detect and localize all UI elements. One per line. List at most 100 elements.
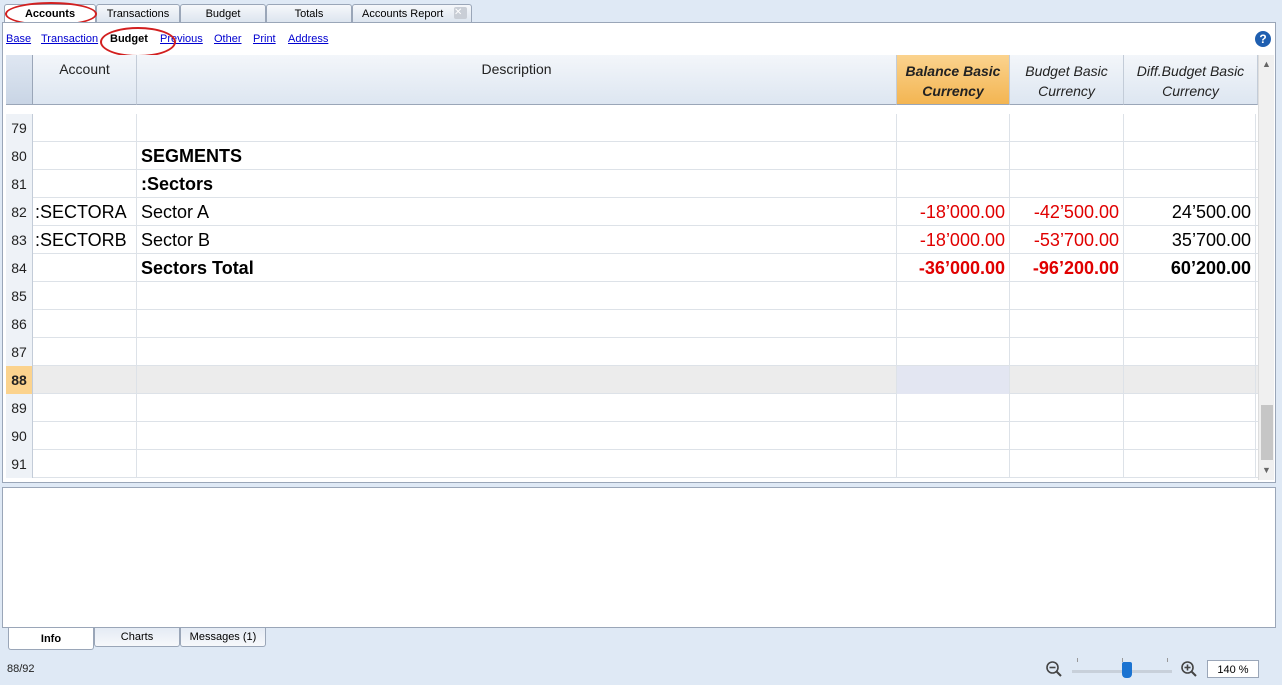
table-row[interactable]: 85 (6, 282, 1258, 310)
column-header-balance[interactable]: Balance Basic Currency (897, 55, 1010, 105)
cell-balance[interactable] (897, 170, 1010, 198)
cell-budget[interactable]: -42’500.00 (1010, 198, 1124, 226)
cell-account[interactable] (33, 142, 137, 170)
table-row[interactable]: 81:Sectors (6, 170, 1258, 198)
zoom-in-icon[interactable] (1180, 660, 1198, 678)
scrollbar-thumb[interactable] (1261, 405, 1273, 460)
cell-description[interactable] (137, 366, 897, 394)
cell-account[interactable]: :SECTORA (33, 198, 137, 226)
cell-description[interactable] (137, 338, 897, 366)
cell-balance[interactable] (897, 394, 1010, 422)
table-row[interactable]: 89 (6, 394, 1258, 422)
cell-balance[interactable] (897, 450, 1010, 478)
view-print[interactable]: Print (253, 33, 276, 45)
cell-description[interactable] (137, 114, 897, 142)
table-row[interactable]: 86 (6, 310, 1258, 338)
tab-info[interactable]: Info (8, 628, 94, 650)
table-row[interactable]: 83:SECTORB Sector B -18’000.00 -53’700.00 35… (6, 226, 1258, 254)
cell-account[interactable] (33, 422, 137, 450)
zoom-slider[interactable] (1072, 658, 1172, 678)
table-row[interactable]: 82:SECTORA Sector A -18’000.00 -42’500.00 24… (6, 198, 1258, 226)
cell-balance[interactable]: -18’000.00 (897, 226, 1010, 254)
cell-account[interactable] (33, 114, 137, 142)
cell-diff-budget[interactable] (1124, 394, 1256, 422)
column-header-budget[interactable]: Budget Basic Currency (1010, 55, 1124, 105)
cell-account[interactable] (33, 338, 137, 366)
table-row[interactable]: 87 (6, 338, 1258, 366)
scroll-up-icon[interactable]: ▲ (1259, 57, 1274, 71)
cell-account[interactable]: :SECTORB (33, 226, 137, 254)
cell-diff-budget[interactable] (1124, 366, 1256, 394)
zoom-out-icon[interactable] (1045, 660, 1063, 678)
view-previous[interactable]: Previous (160, 33, 203, 45)
cell-balance[interactable]: -36’000.00 (897, 254, 1010, 282)
table-row[interactable]: 90 (6, 422, 1258, 450)
cell-description[interactable] (137, 394, 897, 422)
cell-balance[interactable] (897, 142, 1010, 170)
view-other[interactable]: Other (214, 33, 242, 45)
cell-description[interactable]: Sector B (137, 226, 897, 254)
table-row[interactable]: 88 (6, 366, 1258, 394)
tab-accounts[interactable]: Accounts (4, 4, 96, 23)
view-transaction[interactable]: Transaction (41, 33, 98, 45)
cell-budget[interactable]: -53’700.00 (1010, 226, 1124, 254)
cell-diff-budget[interactable]: 60’200.00 (1124, 254, 1256, 282)
tab-budget[interactable]: Budget (180, 4, 266, 22)
cell-description[interactable]: Sector A (137, 198, 897, 226)
question-icon[interactable]: ? (1255, 31, 1271, 47)
cell-budget[interactable] (1010, 142, 1124, 170)
cell-budget[interactable] (1010, 170, 1124, 198)
cell-balance[interactable] (897, 310, 1010, 338)
vertical-scrollbar[interactable]: ▲ ▼ (1258, 55, 1274, 480)
column-header-diff-budget[interactable]: Diff.Budget Basic Currency (1124, 55, 1258, 105)
cell-diff-budget[interactable]: 35’700.00 (1124, 226, 1256, 254)
cell-diff-budget[interactable] (1124, 338, 1256, 366)
cell-diff-budget[interactable] (1124, 422, 1256, 450)
cell-budget[interactable] (1010, 450, 1124, 478)
cell-budget[interactable] (1010, 338, 1124, 366)
zoom-slider-knob[interactable] (1122, 662, 1132, 678)
column-header-account[interactable]: Account (33, 55, 137, 105)
cell-budget[interactable] (1010, 394, 1124, 422)
table-row[interactable]: 79 (6, 114, 1258, 142)
tab-totals[interactable]: Totals (266, 4, 352, 22)
cell-budget[interactable] (1010, 114, 1124, 142)
tab-messages[interactable]: Messages (1) (180, 628, 266, 647)
table-row[interactable]: 91 (6, 450, 1258, 478)
cell-balance[interactable] (897, 114, 1010, 142)
cell-description[interactable] (137, 310, 897, 338)
cell-budget[interactable] (1010, 366, 1124, 394)
cell-description[interactable]: Sectors Total (137, 254, 897, 282)
cell-diff-budget[interactable] (1124, 450, 1256, 478)
cell-description[interactable] (137, 450, 897, 478)
zoom-level-field[interactable]: 140 % (1207, 660, 1259, 678)
cell-balance[interactable] (897, 422, 1010, 450)
cell-budget[interactable] (1010, 282, 1124, 310)
cell-description[interactable] (137, 282, 897, 310)
column-header-description[interactable]: Description (137, 55, 897, 105)
view-address[interactable]: Address (288, 33, 328, 45)
cell-diff-budget[interactable] (1124, 114, 1256, 142)
tab-transactions[interactable]: Transactions (96, 4, 180, 22)
cell-description[interactable]: SEGMENTS (137, 142, 897, 170)
tab-charts[interactable]: Charts (94, 628, 180, 647)
view-budget[interactable]: Budget (110, 33, 148, 45)
scroll-down-icon[interactable]: ▼ (1259, 463, 1274, 477)
cell-diff-budget[interactable] (1124, 170, 1256, 198)
cell-account[interactable] (33, 170, 137, 198)
table-row[interactable]: 80 SEGMENTS (6, 142, 1258, 170)
cell-diff-budget[interactable] (1124, 282, 1256, 310)
tab-accounts-report[interactable]: Accounts Report ✕ (352, 4, 472, 22)
cell-description[interactable] (137, 422, 897, 450)
cell-account[interactable] (33, 254, 137, 282)
cell-account[interactable] (33, 310, 137, 338)
cell-budget[interactable]: -96’200.00 (1010, 254, 1124, 282)
cell-account[interactable] (33, 282, 137, 310)
cell-diff-budget[interactable] (1124, 310, 1256, 338)
close-icon[interactable]: ✕ (454, 7, 467, 19)
cell-description[interactable]: :Sectors (137, 170, 897, 198)
cell-diff-budget[interactable]: 24’500.00 (1124, 198, 1256, 226)
cell-budget[interactable] (1010, 310, 1124, 338)
table-row[interactable]: 84 Sectors Total -36’000.00 -96’200.00 60’20… (6, 254, 1258, 282)
view-base[interactable]: Base (6, 33, 31, 45)
